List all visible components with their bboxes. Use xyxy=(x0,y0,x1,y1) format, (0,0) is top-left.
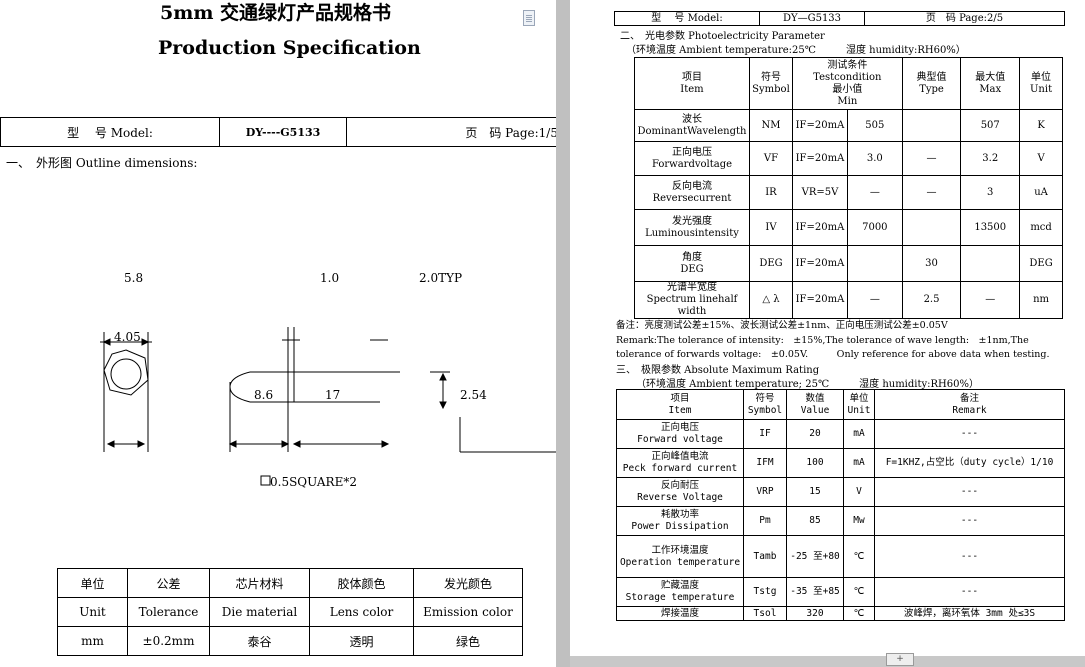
page-number: 页 码 Page:1/5 xyxy=(346,117,556,147)
spec-header-cn: 公差 xyxy=(127,568,210,598)
header-value: 数值 Value xyxy=(786,389,844,420)
section3-title: 三、 极限参数 Absolute Maximum Rating xyxy=(616,365,820,376)
spec-header-cn: 发光颜色 xyxy=(413,568,523,598)
header-max: 最大值 Max xyxy=(960,57,1021,110)
dim-5-8: 5.8 xyxy=(124,271,143,285)
model-header-table: 型 号 Model: DY----G5133 页 码 Page:1/5 xyxy=(0,117,556,147)
dim-17: 17 xyxy=(325,388,340,402)
table-row: 正向电压 Forwardvoltage VF IF=20mA 3.0 — 3.2 … xyxy=(634,141,1063,176)
dim-2-0typ: 2.0TYP xyxy=(419,271,462,285)
section2-title: 二、 光电参数 Photoelectricity Parameter xyxy=(620,31,825,42)
header-symbol: 符号 Symbol xyxy=(748,57,793,110)
spec-header-cn: 胶体颜色 xyxy=(309,568,414,598)
spec-header-cn: 单位 xyxy=(57,568,128,598)
outline-drawing: 5.8 1.0 2.0TYP 4.05 8.6 17 2.54 0.5SQUAR… xyxy=(100,271,556,489)
header-remark: 备注 Remark xyxy=(874,389,1065,420)
dim-8-6: 8.6 xyxy=(254,388,273,402)
model-header-table-2: 型 号 Model: DY—G5133 页 码 Page:2/5 xyxy=(614,11,1065,26)
spec-header-en: Lens color xyxy=(309,597,414,627)
note-cn: 备注：亮度测试公差±15%、波长测试公差±1nm、正向电压测试公差±0.05V xyxy=(616,320,948,331)
spec-header-en: Unit xyxy=(57,597,128,627)
title-chinese: 5mm 交通绿灯产品规格书 xyxy=(160,2,392,24)
table-row: 反向电流 Reversecurrent IR VR=5V — — 3 uA xyxy=(634,175,1063,210)
note-en-2: tolerance of forwards voltage: ±0.05V. O… xyxy=(616,349,1050,360)
table-row: 正向电压 Forward voltage IF 20 mA --- xyxy=(616,419,1065,449)
dim-square: 0.5SQUARE*2 xyxy=(270,475,357,489)
outline-heading: 一、 外形图 Outline dimensions: xyxy=(6,156,198,170)
header-item: 项目 Item xyxy=(634,57,750,110)
page-number: 页 码 Page:2/5 xyxy=(864,11,1065,26)
dim-1-0: 1.0 xyxy=(320,271,339,285)
section2-env: （环境温度 Ambient temperature:25℃ 湿度 humidit… xyxy=(626,45,966,56)
table-row: 贮藏温度 Storage temperature Tstg -35 至+85 ℃ … xyxy=(616,577,1065,607)
section3-env: （环境温度 Ambient temperature; 25℃ 湿度 humidi… xyxy=(636,379,979,390)
header-test: 测试条件 Testcondition 最小值 Min xyxy=(791,57,903,110)
header-typ: 典型值 Type xyxy=(901,57,962,110)
note-en-1: Remark:The tolerance of intensity: ±15%,… xyxy=(616,335,1029,346)
spec-value: 绿色 xyxy=(413,626,523,656)
photoelectric-table: 项目 Item 符号 Symbol 测试条件 Testcondition 最小值 Min … xyxy=(634,57,1063,319)
table-row: 波长 DominantWavelength NM IF=20mA 505 507 … xyxy=(634,109,1063,142)
spec-header-cn: 芯片材料 xyxy=(209,568,310,598)
header-unit: 单位 Unit xyxy=(843,389,875,420)
header-item: 项目 Item xyxy=(616,389,744,420)
header-symbol: 符号 Symbol xyxy=(743,389,787,420)
title-english: Production Specification xyxy=(158,37,421,59)
spec-value: ±0.2mm xyxy=(127,626,210,656)
spec-header-en: Emission color xyxy=(413,597,523,627)
document-icon[interactable] xyxy=(523,10,535,26)
model-value: DY----G5133 xyxy=(219,117,347,147)
table-row: 光谱半宽度 Spectrum linehalf width △ λ IF=20mA… xyxy=(634,281,1063,319)
spec-header-en: Die material xyxy=(209,597,310,627)
spec-value: 透明 xyxy=(309,626,414,656)
add-page-button[interactable]: + xyxy=(886,653,914,666)
table-row: 工作环境温度 Operation temperature Tamb -25 至+8… xyxy=(616,535,1065,578)
document-page-1: 5mm 交通绿灯产品规格书 Production Specification 型… xyxy=(0,0,556,667)
dim-2-54: 2.54 xyxy=(460,388,487,402)
table-row: 发光强度 Luminousintensity IV IF=20mA 7000 13… xyxy=(634,209,1063,246)
table-row: 反向耐压 Reverse Voltage VRP 15 V --- xyxy=(616,477,1065,507)
table-row: 焊接温度 Tsol 320 ℃ 波峰焊，离环氧体 3mm 处≤3S xyxy=(616,606,1065,621)
absolute-max-table: 项目 Item 符号 Symbol 数值 Value 单位 Unit 备注 Remark … xyxy=(616,389,1065,621)
spec-value: 泰谷 xyxy=(209,626,310,656)
page-gap xyxy=(556,0,570,667)
spec-header-en: Tolerance xyxy=(127,597,210,627)
document-page-2: 型 号 Model: DY—G5133 页 码 Page:2/5 二、 光电参数… xyxy=(570,0,1085,656)
header-unit: 单位 Unit xyxy=(1019,57,1063,110)
model-label: 型 号 Model: xyxy=(614,11,760,26)
model-label: 型 号 Model: xyxy=(0,117,220,147)
table-row: 正向峰值电流 Peck forward current IFM 100 mA F=… xyxy=(616,448,1065,478)
model-value: DY—G5133 xyxy=(759,11,865,26)
spec-value: mm xyxy=(57,626,128,656)
spec-table: 单位 公差 芯片材料 胶体颜色 发光颜色 Unit Tolerance Die … xyxy=(57,568,523,656)
table-row: 耗散功率 Power Dissipation Pm 85 Mw --- xyxy=(616,506,1065,536)
table-row: 角度 DEG DEG IF=20mA 30 DEG xyxy=(634,245,1063,282)
